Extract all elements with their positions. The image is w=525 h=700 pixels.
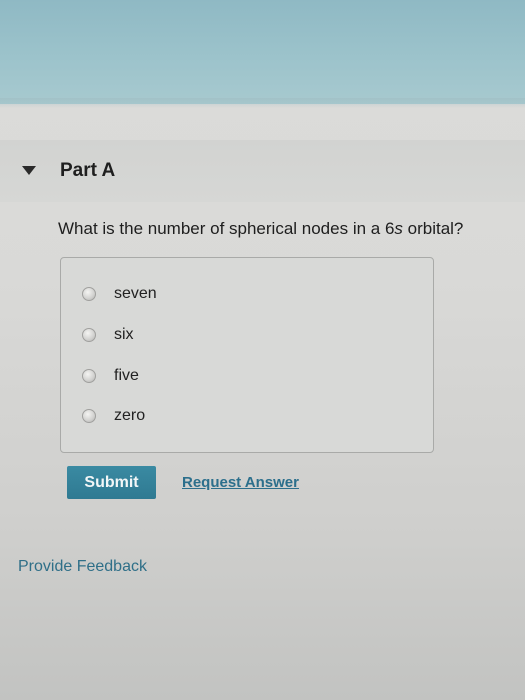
radio-button-icon[interactable] xyxy=(82,287,96,301)
option-five[interactable]: five xyxy=(61,361,421,391)
option-label: zero xyxy=(114,407,146,424)
question-text: What is the number of spherical nodes in… xyxy=(58,219,463,239)
submit-button[interactable]: Submit xyxy=(67,466,156,499)
answer-options-box: seven six five zero xyxy=(60,257,434,453)
option-label: five xyxy=(114,367,139,384)
radio-button-icon[interactable] xyxy=(82,409,96,423)
provide-feedback-link[interactable]: Provide Feedback xyxy=(18,558,147,576)
radio-button-icon[interactable] xyxy=(82,328,96,342)
option-zero[interactable]: zero xyxy=(61,401,421,431)
question-orbital-variable: s xyxy=(394,219,403,238)
banner-divider xyxy=(0,98,525,108)
option-six[interactable]: six xyxy=(61,320,421,350)
option-label: six xyxy=(114,326,134,343)
request-answer-link[interactable]: Request Answer xyxy=(182,474,299,491)
option-label: seven xyxy=(114,285,157,302)
part-title: Part A xyxy=(60,160,116,181)
radio-button-icon[interactable] xyxy=(82,369,96,383)
top-banner xyxy=(0,0,525,104)
question-text-main: What is the number of spherical nodes in… xyxy=(58,219,395,238)
question-text-end: orbital? xyxy=(402,219,464,238)
option-seven[interactable]: seven xyxy=(61,279,421,309)
triangle-down-icon[interactable] xyxy=(22,166,36,175)
